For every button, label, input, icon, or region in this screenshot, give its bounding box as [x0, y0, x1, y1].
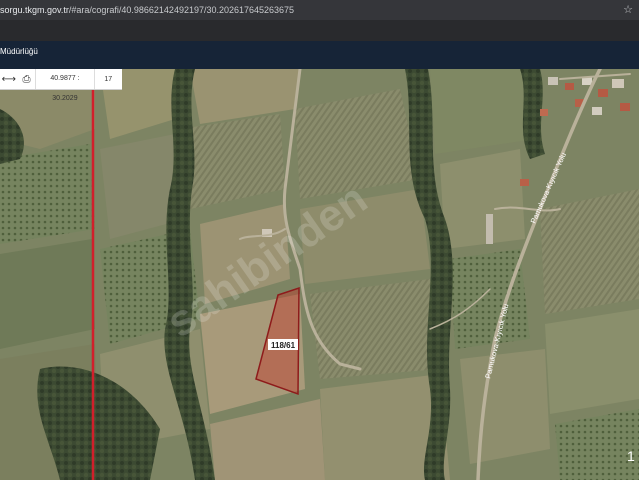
site-header: Müdürlüğü — [0, 41, 639, 69]
url-host: sorgu.tkgm.gov.tr — [0, 5, 69, 15]
parcel-label: 118/61 — [271, 341, 296, 350]
url-path: /#ara/cografi/40.98662142492197/30.20261… — [68, 5, 295, 15]
browser-toolbar-strip — [0, 20, 639, 41]
address-bar[interactable]: sorgu.tkgm.gov.tr/#ara/cografi/40.986621… — [0, 0, 639, 20]
zoom-level: 17 — [104, 75, 113, 83]
map-view[interactable]: 118/61 Pamukova-Kıyıcık Yolu Pamukova-Kı… — [0, 69, 639, 480]
star-icon[interactable]: ☆ — [623, 0, 633, 20]
satellite-map[interactable]: 118/61 Pamukova-Kıyıcık Yolu Pamukova-Kı… — [0, 69, 639, 480]
header-title: Müdürlüğü — [0, 47, 38, 56]
coordinate-display: 40.9877 : 30.2029 — [35, 69, 95, 102]
printer-icon[interactable]: ⎙ — [18, 69, 36, 89]
corner-label: 1 — [627, 448, 635, 464]
url-text[interactable]: sorgu.tkgm.gov.tr/#ara/cografi/40.986621… — [0, 0, 294, 20]
map-toolbar: ⟷ ⎙ 40.9877 : 30.2029 17 — [0, 69, 122, 102]
ruler-icon[interactable]: ⟷ — [0, 69, 18, 89]
